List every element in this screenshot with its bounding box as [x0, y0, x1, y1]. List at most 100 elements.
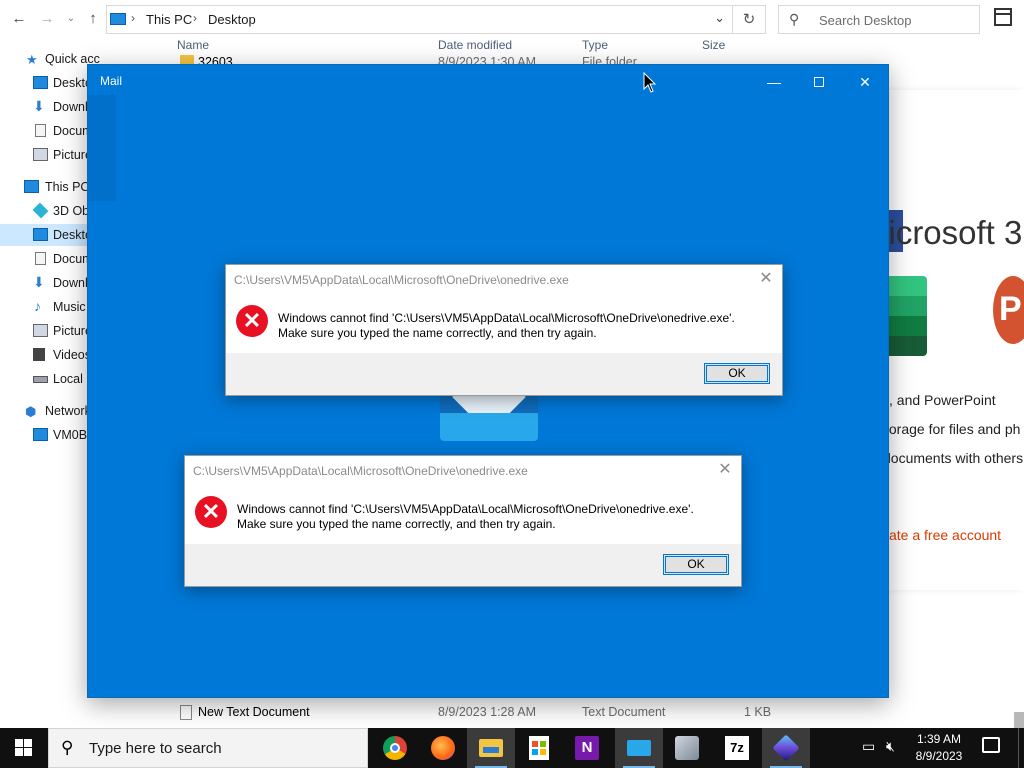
- dialog-message: Windows cannot find 'C:\Users\VM5\AppDat…: [237, 502, 694, 531]
- office-brand-title: Microsoft 3: [888, 214, 1023, 251]
- dialog-title: C:\Users\VM5\AppData\Local\Microsoft\One…: [234, 273, 569, 287]
- onenote-icon: N: [575, 736, 599, 760]
- taskbar-mail[interactable]: [615, 728, 663, 768]
- dialog-footer: OK: [226, 353, 782, 395]
- network-icon[interactable]: ▭: [862, 738, 875, 755]
- column-type[interactable]: Type: [582, 38, 608, 52]
- forward-arrow-icon[interactable]: →: [36, 8, 58, 30]
- sidebar-item-videos[interactable]: Videos: [0, 344, 100, 366]
- refresh-icon[interactable]: ↻: [732, 6, 765, 33]
- column-size[interactable]: Size: [702, 38, 725, 52]
- create-free-account-button[interactable]: ate a free account: [889, 515, 1019, 555]
- desktop-icon: [33, 228, 48, 241]
- taskbar-app[interactable]: [663, 728, 711, 768]
- sidebar-item-downloads-2[interactable]: ⬇ Downloads: [0, 272, 100, 294]
- taskbar-file-explorer[interactable]: [467, 728, 515, 768]
- volume-muted-icon[interactable]: 🔇︎: [886, 738, 895, 755]
- start-button[interactable]: [0, 728, 48, 768]
- file-list-header: Name Date modified Type Size: [176, 38, 776, 52]
- 7zip-icon: 7z: [725, 736, 749, 760]
- taskbar-search-box[interactable]: ⚲ Type here to search: [48, 728, 368, 768]
- sidebar-item-local-disk[interactable]: Local Disk: [0, 368, 100, 390]
- sidebar-item-this-pc[interactable]: This PC: [0, 176, 100, 198]
- dialog-footer: OK: [185, 544, 741, 586]
- firefox-icon: [431, 736, 455, 760]
- error-dialog-2: C:\Users\VM5\AppData\Local\Microsoft\One…: [184, 455, 742, 587]
- sidebar-item-pictures-2[interactable]: Pictures: [0, 320, 100, 342]
- sidebar-item-pictures[interactable]: Pictures: [0, 144, 100, 166]
- computer-icon: [110, 13, 126, 25]
- clock-time: 1:39 AM: [916, 732, 962, 746]
- pictures-icon: [33, 324, 48, 337]
- mail-side-strip: [88, 95, 116, 201]
- breadcrumb-this-pc[interactable]: This PC: [146, 12, 192, 27]
- breadcrumb-desktop[interactable]: Desktop: [208, 12, 256, 27]
- notifications-icon[interactable]: [982, 737, 1000, 753]
- maximize-button[interactable]: [799, 69, 839, 95]
- file-row-text-document[interactable]: New Text Document 8/9/2023 1:28 AM Text …: [176, 702, 776, 722]
- taskbar-store[interactable]: [515, 728, 563, 768]
- close-button[interactable]: ✕: [845, 69, 885, 95]
- download-icon: ⬇: [33, 98, 45, 114]
- network-icon: ⬢: [25, 404, 37, 419]
- sidebar-item-documents-2[interactable]: Documents: [0, 248, 100, 270]
- column-name[interactable]: Name: [177, 38, 209, 52]
- error-icon: ✕: [195, 496, 227, 528]
- recent-locations-chevron-icon[interactable]: ⌄: [60, 8, 82, 30]
- minimize-button[interactable]: —: [754, 69, 794, 95]
- taskbar-chrome[interactable]: [371, 728, 419, 768]
- star-icon: ★: [26, 52, 38, 67]
- dialog-close-button[interactable]: ✕: [715, 460, 735, 480]
- search-placeholder: Search Desktop: [819, 13, 912, 28]
- search-icon: ⚲: [61, 738, 74, 757]
- show-desktop-button[interactable]: [1018, 728, 1024, 768]
- mouse-cursor-icon: [643, 72, 657, 93]
- up-arrow-icon[interactable]: ↑: [82, 8, 104, 30]
- sidebar-item-music[interactable]: ♪ Music: [0, 296, 100, 318]
- sidebar-item-desktop[interactable]: Desktop: [0, 72, 100, 94]
- ok-button[interactable]: OK: [704, 363, 770, 384]
- address-dropdown-icon[interactable]: ⌄: [714, 10, 725, 26]
- scrollbar-thumb[interactable]: [1014, 712, 1024, 728]
- ok-button[interactable]: OK: [663, 554, 729, 575]
- dialog-message: Windows cannot find 'C:\Users\VM5\AppDat…: [278, 311, 735, 340]
- sidebar-item-3d-objects[interactable]: 3D Objects: [0, 200, 100, 222]
- excel-icon: [889, 276, 927, 356]
- app-icon: [675, 736, 699, 760]
- details-pane-icon[interactable]: [994, 8, 1012, 26]
- maximize-icon: [814, 77, 824, 87]
- taskbar-app-2[interactable]: [762, 728, 810, 768]
- sidebar-item-documents[interactable]: Documents: [0, 120, 100, 142]
- breadcrumb-separator-icon: ›: [193, 11, 197, 25]
- address-bar[interactable]: › This PC › Desktop ⌄ ↻: [106, 5, 766, 34]
- monitor-icon: [33, 428, 48, 441]
- search-input[interactable]: ⚲ Search Desktop: [778, 5, 980, 34]
- mail-icon: [627, 740, 651, 756]
- sidebar-item-network[interactable]: ⬢ Network: [0, 400, 100, 422]
- office-promo-panel: Microsoft 3 P , and PowerPoint torage fo…: [888, 90, 1024, 590]
- taskbar-firefox[interactable]: [419, 728, 467, 768]
- navigation-bar: ← → ⌄ ↑ › This PC › Desktop ⌄ ↻ ⚲ Search…: [0, 0, 1024, 38]
- taskbar-onenote[interactable]: N: [563, 728, 611, 768]
- sidebar-item-desktop-selected[interactable]: Desktop: [0, 224, 100, 246]
- sidebar-item-vm0b0[interactable]: VM0B0: [0, 424, 100, 446]
- error-dialog-1: C:\Users\VM5\AppData\Local\Microsoft\One…: [225, 264, 783, 396]
- cube-icon: [32, 202, 49, 219]
- music-icon: ♪: [34, 298, 41, 314]
- sidebar-item-downloads[interactable]: ⬇ Downloads: [0, 96, 100, 118]
- app-icon-2: [772, 734, 800, 762]
- sidebar-item-quick-access[interactable]: ★ Quick access: [0, 48, 100, 70]
- dialog-close-button[interactable]: ✕: [756, 269, 776, 289]
- powerpoint-icon: P: [993, 276, 1024, 344]
- promo-line-2: torage for files and ph: [888, 421, 1021, 437]
- taskbar-7zip[interactable]: 7z: [713, 728, 761, 768]
- desktop-icon: [33, 76, 48, 89]
- store-icon: [529, 736, 549, 760]
- mail-logo-icon: [440, 395, 538, 441]
- pictures-icon: [33, 148, 48, 161]
- back-arrow-icon[interactable]: ←: [8, 8, 30, 30]
- taskbar-clock[interactable]: 1:39 AM 8/9/2023: [904, 731, 974, 765]
- column-date-modified[interactable]: Date modified: [438, 38, 512, 52]
- download-icon: ⬇: [33, 274, 45, 290]
- error-icon: ✕: [236, 305, 268, 337]
